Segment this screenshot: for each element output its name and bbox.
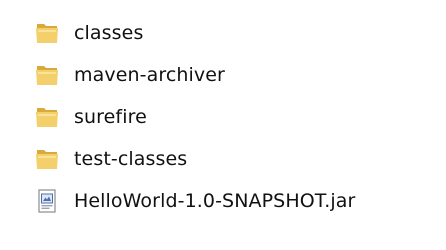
list-item-classes[interactable]: classes xyxy=(34,12,434,54)
file-name: maven-archiver xyxy=(74,64,225,86)
file-name: classes xyxy=(74,22,144,44)
list-item-surefire[interactable]: surefire xyxy=(34,96,434,138)
folder-icon xyxy=(34,104,60,130)
list-item-jar-file[interactable]: HelloWorld-1.0-SNAPSHOT.jar xyxy=(34,180,434,222)
folder-icon xyxy=(34,20,60,46)
folder-icon xyxy=(34,146,60,172)
file-list: classes maven-archiver surefire test-cla… xyxy=(34,12,434,222)
jar-file-icon xyxy=(34,188,60,214)
list-item-maven-archiver[interactable]: maven-archiver xyxy=(34,54,434,96)
file-name: surefire xyxy=(74,106,147,128)
folder-icon xyxy=(34,62,60,88)
file-name: HelloWorld-1.0-SNAPSHOT.jar xyxy=(74,190,356,212)
list-item-test-classes[interactable]: test-classes xyxy=(34,138,434,180)
file-name: test-classes xyxy=(74,148,188,170)
